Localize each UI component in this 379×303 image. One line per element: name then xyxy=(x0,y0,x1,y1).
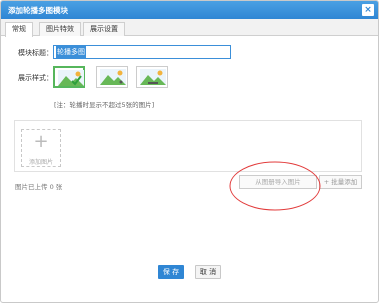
carousel-style-3-icon xyxy=(140,69,166,85)
module-title-value: 轮播多图 xyxy=(56,46,86,58)
module-title-input[interactable]: 轮播多图 xyxy=(53,45,231,59)
dialog-titlebar[interactable]: 添加轮播多图模块 × xyxy=(1,1,378,19)
display-style-label: 展示样式： xyxy=(18,74,53,82)
add-image-label: 添加图片 xyxy=(28,159,53,166)
carousel-note: [注：轮播时显示不超过5张的图片] xyxy=(54,101,155,109)
style-option-1[interactable] xyxy=(53,66,85,88)
tab-general[interactable]: 常规 xyxy=(5,22,33,37)
carousel-style-1-icon xyxy=(58,70,84,86)
cancel-button[interactable]: 取 消 xyxy=(195,265,221,279)
plus-icon: + xyxy=(33,131,49,152)
close-icon[interactable]: × xyxy=(362,4,374,16)
save-button[interactable]: 保 存 xyxy=(158,265,184,279)
red-annotation-ellipse xyxy=(229,161,321,211)
carousel-style-2-icon xyxy=(100,69,126,85)
tab-display-settings[interactable]: 展示设置 xyxy=(83,22,125,36)
dialog-title: 添加轮播多图模块 xyxy=(8,6,68,15)
add-carousel-module-dialog: 添加轮播多图模块 × 常规 图片特效 展示设置 模块标题： 轮播多图 展示样式： xyxy=(0,0,379,303)
tab-image-effects[interactable]: 图片特效 xyxy=(39,22,81,36)
tab-bar: 常规 图片特效 展示设置 xyxy=(1,19,378,37)
module-title-label: 模块标题： xyxy=(18,49,53,57)
add-image-button[interactable]: + 添加图片 xyxy=(21,129,61,167)
uploaded-count: 图片已上传 0 张 xyxy=(15,183,63,191)
batch-add-button[interactable]: + 批量添加 xyxy=(319,175,362,189)
style-option-3[interactable] xyxy=(136,66,168,88)
style-option-2[interactable] xyxy=(96,66,128,88)
